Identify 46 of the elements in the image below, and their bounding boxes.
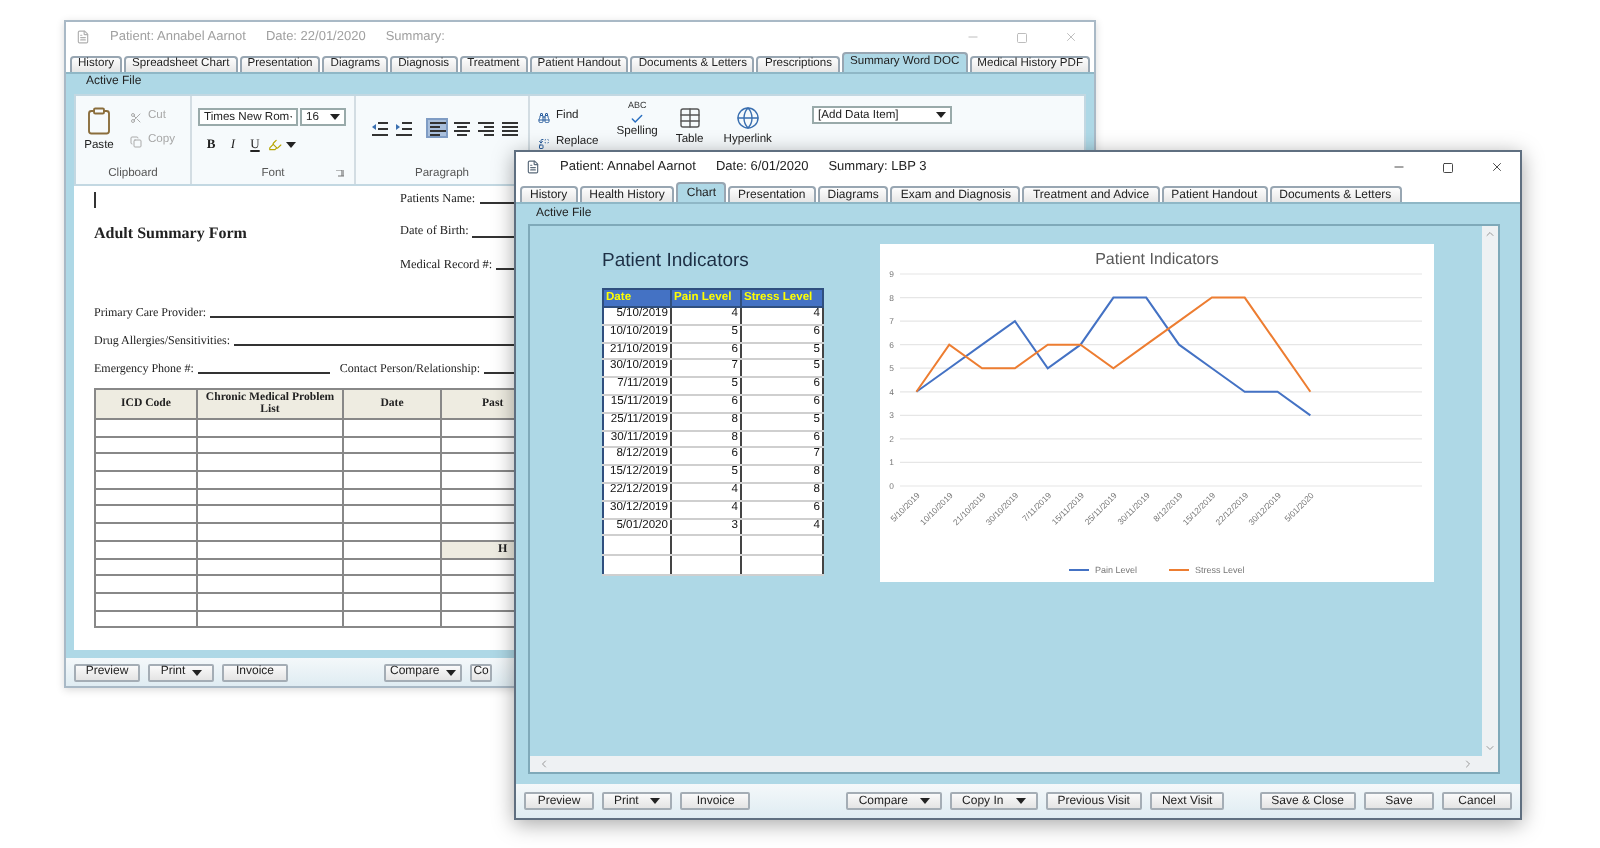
caret-icon [650,798,661,804]
caret-icon [1015,798,1026,804]
vertical-scrollbar[interactable] [1482,226,1498,756]
scissors-icon [130,112,142,124]
minimize-icon[interactable] [966,30,980,44]
minimize-icon[interactable] [1392,160,1406,174]
document-title: Adult Summary Form [94,224,249,242]
outdent-icon [371,121,387,135]
align-button[interactable] [498,118,520,138]
horizontal-scrollbar[interactable] [530,756,1482,772]
binoculars-icon [538,112,550,124]
check-icon [630,111,645,125]
indent-icon [395,121,411,135]
caret-icon [920,798,931,804]
table-icon [677,106,702,130]
app-icon [526,160,540,174]
scroll-down-icon[interactable] [1484,742,1496,754]
caret-icon [445,669,456,675]
copy-icon [130,136,142,148]
indent-button[interactable] [392,118,414,138]
text-cursor [94,192,96,208]
align-button[interactable] [426,118,448,138]
align-justify-icon [501,121,517,135]
caret-icon [191,669,202,675]
caret-icon [330,114,340,120]
replace-icon [538,138,550,150]
align-button[interactable] [474,118,496,138]
caret-icon [936,112,946,118]
scroll-left-icon[interactable] [538,758,550,770]
scroll-right-icon[interactable] [1462,758,1474,770]
app-icon [76,30,90,44]
globe-icon [735,106,760,130]
section-title: Patient Indicators [602,250,751,272]
align-button[interactable] [450,118,472,138]
close-icon[interactable] [1490,160,1504,174]
scroll-up-icon[interactable] [1484,228,1496,240]
highlighter-icon[interactable] [268,138,282,152]
align-center-icon [453,121,469,135]
caret-icon [286,142,296,148]
dialog-launcher-icon[interactable] [336,170,344,178]
chart-title: Patient Indicators [1095,250,1219,268]
maximize-icon[interactable] [1442,161,1454,173]
indent-button[interactable] [368,118,390,138]
clipboard-icon [84,106,114,136]
align-right-icon [477,121,493,135]
align-left-icon [429,121,445,135]
